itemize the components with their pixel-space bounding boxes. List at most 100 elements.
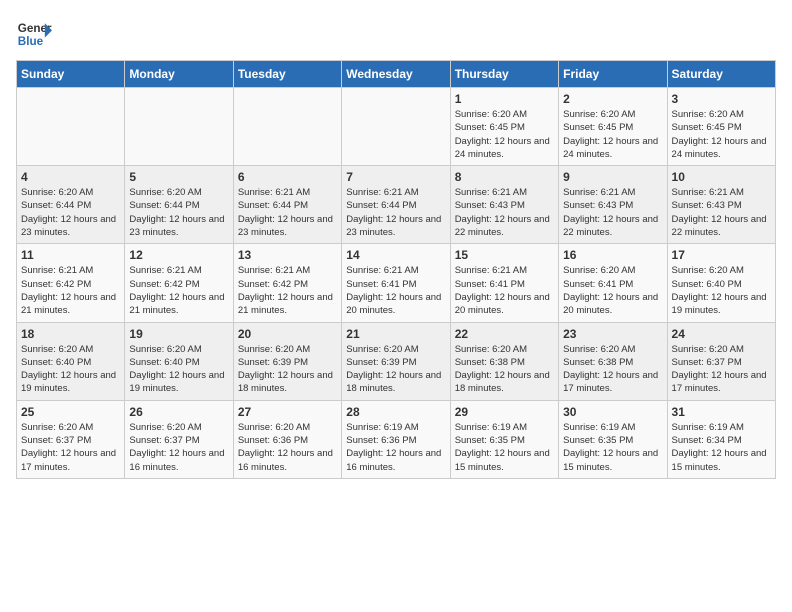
calendar-cell: 4 Sunrise: 6:20 AMSunset: 6:44 PMDaylight… (17, 166, 125, 244)
day-number: 9 (563, 170, 662, 184)
weekday-header: Friday (559, 61, 667, 88)
day-info: Sunrise: 6:21 AMSunset: 6:42 PMDaylight:… (21, 264, 120, 317)
day-number: 26 (129, 405, 228, 419)
calendar-week-row: 1 Sunrise: 6:20 AMSunset: 6:45 PMDaylight… (17, 88, 776, 166)
calendar-cell: 14 Sunrise: 6:21 AMSunset: 6:41 PMDayligh… (342, 244, 450, 322)
calendar-cell: 1 Sunrise: 6:20 AMSunset: 6:45 PMDaylight… (450, 88, 558, 166)
weekday-header: Thursday (450, 61, 558, 88)
day-info: Sunrise: 6:21 AMSunset: 6:43 PMDaylight:… (455, 186, 554, 239)
day-info: Sunrise: 6:20 AMSunset: 6:40 PMDaylight:… (129, 343, 228, 396)
day-number: 14 (346, 248, 445, 262)
calendar-cell: 6Sunrise: 6:21 AMSunset: 6:44 PMDaylight… (233, 166, 341, 244)
day-info: Sunrise: 6:20 AMSunset: 6:36 PMDaylight:… (238, 421, 337, 474)
calendar-cell: 7 Sunrise: 6:21 AMSunset: 6:44 PMDaylight… (342, 166, 450, 244)
day-number: 18 (21, 327, 120, 341)
calendar-cell: 18 Sunrise: 6:20 AMSunset: 6:40 PMDayligh… (17, 322, 125, 400)
day-info: Sunrise: 6:20 AMSunset: 6:37 PMDaylight:… (129, 421, 228, 474)
day-info: Sunrise: 6:20 AMSunset: 6:39 PMDaylight:… (238, 343, 337, 396)
calendar-body: 1 Sunrise: 6:20 AMSunset: 6:45 PMDaylight… (17, 88, 776, 479)
calendar-week-row: 25Sunrise: 6:20 AMSunset: 6:37 PMDayligh… (17, 400, 776, 478)
calendar-cell: 15 Sunrise: 6:21 AMSunset: 6:41 PMDayligh… (450, 244, 558, 322)
calendar-cell: 23Sunrise: 6:20 AMSunset: 6:38 PMDayligh… (559, 322, 667, 400)
day-info: Sunrise: 6:20 AMSunset: 6:44 PMDaylight:… (21, 186, 120, 239)
day-number: 8 (455, 170, 554, 184)
calendar-week-row: 18 Sunrise: 6:20 AMSunset: 6:40 PMDayligh… (17, 322, 776, 400)
logo-icon: General Blue (16, 16, 52, 52)
calendar-cell: 27Sunrise: 6:20 AMSunset: 6:36 PMDayligh… (233, 400, 341, 478)
day-info: Sunrise: 6:20 AMSunset: 6:40 PMDaylight:… (21, 343, 120, 396)
day-number: 7 (346, 170, 445, 184)
calendar-cell: 5 Sunrise: 6:20 AMSunset: 6:44 PMDaylight… (125, 166, 233, 244)
day-info: Sunrise: 6:20 AMSunset: 6:37 PMDaylight:… (21, 421, 120, 474)
calendar-cell (233, 88, 341, 166)
day-number: 3 (672, 92, 771, 106)
page-header: General Blue (16, 16, 776, 52)
day-info: Sunrise: 6:19 AMSunset: 6:35 PMDaylight:… (563, 421, 662, 474)
day-number: 29 (455, 405, 554, 419)
day-number: 4 (21, 170, 120, 184)
logo: General Blue (16, 16, 52, 52)
day-number: 30 (563, 405, 662, 419)
calendar-cell: 20Sunrise: 6:20 AMSunset: 6:39 PMDayligh… (233, 322, 341, 400)
calendar-cell: 10 Sunrise: 6:21 AMSunset: 6:43 PMDayligh… (667, 166, 775, 244)
day-number: 5 (129, 170, 228, 184)
calendar-cell: 29 Sunrise: 6:19 AMSunset: 6:35 PMDayligh… (450, 400, 558, 478)
calendar-cell: 30 Sunrise: 6:19 AMSunset: 6:35 PMDayligh… (559, 400, 667, 478)
calendar-week-row: 11 Sunrise: 6:21 AMSunset: 6:42 PMDayligh… (17, 244, 776, 322)
day-info: Sunrise: 6:20 AMSunset: 6:40 PMDaylight:… (672, 264, 771, 317)
day-number: 24 (672, 327, 771, 341)
weekday-header: Wednesday (342, 61, 450, 88)
day-info: Sunrise: 6:20 AMSunset: 6:45 PMDaylight:… (455, 108, 554, 161)
calendar-cell: 16 Sunrise: 6:20 AMSunset: 6:41 PMDayligh… (559, 244, 667, 322)
day-info: Sunrise: 6:19 AMSunset: 6:36 PMDaylight:… (346, 421, 445, 474)
calendar-cell: 24 Sunrise: 6:20 AMSunset: 6:37 PMDayligh… (667, 322, 775, 400)
calendar-cell: 9Sunrise: 6:21 AMSunset: 6:43 PMDaylight… (559, 166, 667, 244)
day-info: Sunrise: 6:20 AMSunset: 6:45 PMDaylight:… (563, 108, 662, 161)
day-number: 28 (346, 405, 445, 419)
calendar-cell: 17 Sunrise: 6:20 AMSunset: 6:40 PMDayligh… (667, 244, 775, 322)
svg-text:Blue: Blue (18, 35, 44, 48)
calendar-cell: 13Sunrise: 6:21 AMSunset: 6:42 PMDayligh… (233, 244, 341, 322)
day-info: Sunrise: 6:21 AMSunset: 6:44 PMDaylight:… (346, 186, 445, 239)
day-info: Sunrise: 6:21 AMSunset: 6:43 PMDaylight:… (672, 186, 771, 239)
weekday-header: Monday (125, 61, 233, 88)
calendar-table: SundayMondayTuesdayWednesdayThursdayFrid… (16, 60, 776, 479)
day-number: 1 (455, 92, 554, 106)
day-info: Sunrise: 6:20 AMSunset: 6:37 PMDaylight:… (672, 343, 771, 396)
calendar-cell: 12 Sunrise: 6:21 AMSunset: 6:42 PMDayligh… (125, 244, 233, 322)
day-info: Sunrise: 6:20 AMSunset: 6:39 PMDaylight:… (346, 343, 445, 396)
day-info: Sunrise: 6:21 AMSunset: 6:41 PMDaylight:… (455, 264, 554, 317)
weekday-row: SundayMondayTuesdayWednesdayThursdayFrid… (17, 61, 776, 88)
day-info: Sunrise: 6:21 AMSunset: 6:42 PMDaylight:… (129, 264, 228, 317)
day-info: Sunrise: 6:20 AMSunset: 6:41 PMDaylight:… (563, 264, 662, 317)
day-number: 12 (129, 248, 228, 262)
day-number: 31 (672, 405, 771, 419)
weekday-header: Sunday (17, 61, 125, 88)
day-number: 15 (455, 248, 554, 262)
calendar-cell (17, 88, 125, 166)
calendar-cell: 19Sunrise: 6:20 AMSunset: 6:40 PMDayligh… (125, 322, 233, 400)
day-number: 22 (455, 327, 554, 341)
day-number: 17 (672, 248, 771, 262)
calendar-cell: 21Sunrise: 6:20 AMSunset: 6:39 PMDayligh… (342, 322, 450, 400)
calendar-week-row: 4 Sunrise: 6:20 AMSunset: 6:44 PMDaylight… (17, 166, 776, 244)
day-info: Sunrise: 6:20 AMSunset: 6:38 PMDaylight:… (563, 343, 662, 396)
day-number: 11 (21, 248, 120, 262)
day-info: Sunrise: 6:21 AMSunset: 6:41 PMDaylight:… (346, 264, 445, 317)
day-number: 10 (672, 170, 771, 184)
day-number: 6 (238, 170, 337, 184)
calendar-cell (125, 88, 233, 166)
calendar-cell: 22 Sunrise: 6:20 AMSunset: 6:38 PMDayligh… (450, 322, 558, 400)
day-info: Sunrise: 6:20 AMSunset: 6:44 PMDaylight:… (129, 186, 228, 239)
calendar-cell: 8 Sunrise: 6:21 AMSunset: 6:43 PMDaylight… (450, 166, 558, 244)
day-number: 16 (563, 248, 662, 262)
calendar-header: SundayMondayTuesdayWednesdayThursdayFrid… (17, 61, 776, 88)
day-info: Sunrise: 6:19 AMSunset: 6:35 PMDaylight:… (455, 421, 554, 474)
day-number: 13 (238, 248, 337, 262)
day-info: Sunrise: 6:20 AMSunset: 6:38 PMDaylight:… (455, 343, 554, 396)
calendar-cell: 25Sunrise: 6:20 AMSunset: 6:37 PMDayligh… (17, 400, 125, 478)
calendar-cell: 3Sunrise: 6:20 AMSunset: 6:45 PMDaylight… (667, 88, 775, 166)
calendar-cell: 26 Sunrise: 6:20 AMSunset: 6:37 PMDayligh… (125, 400, 233, 478)
calendar-cell: 2Sunrise: 6:20 AMSunset: 6:45 PMDaylight… (559, 88, 667, 166)
weekday-header: Saturday (667, 61, 775, 88)
